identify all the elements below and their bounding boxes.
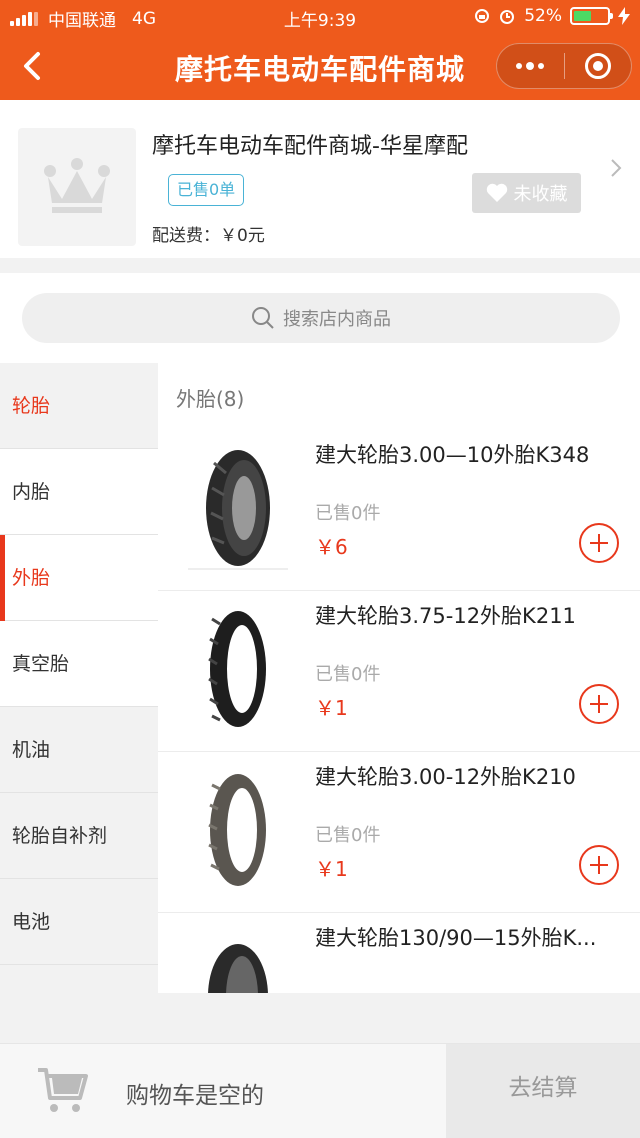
cart-empty-text: 购物车是空的 bbox=[126, 1083, 264, 1109]
product-name: 建大轮胎130/90—15外胎K... bbox=[315, 926, 597, 950]
product-list[interactable]: 外胎(8) 建大轮胎3.00—10外胎K348 已售0件 ￥6 建大轮胎3.75… bbox=[158, 363, 640, 993]
add-to-cart-button[interactable] bbox=[579, 684, 619, 724]
target-circle-icon bbox=[584, 53, 611, 79]
product-price: ￥1 bbox=[315, 857, 348, 881]
nav-bar: 摩托车电动车配件商城 bbox=[0, 34, 640, 100]
product-item[interactable]: 建大轮胎3.00—10外胎K348 已售0件 ￥6 bbox=[158, 431, 640, 591]
product-item[interactable]: 建大轮胎3.75-12外胎K211 已售0件 ￥1 bbox=[158, 592, 640, 752]
sidebar-item-tires[interactable]: 轮胎 bbox=[0, 363, 158, 449]
add-to-cart-button[interactable] bbox=[579, 523, 619, 563]
heart-icon bbox=[486, 183, 507, 202]
battery-icon bbox=[570, 7, 613, 25]
more-button[interactable] bbox=[497, 44, 564, 88]
delivery-fee: 配送费：￥0元 bbox=[152, 226, 265, 246]
tire-image bbox=[208, 774, 266, 886]
sidebar-item-label: 外胎 bbox=[12, 567, 51, 589]
tire-image bbox=[208, 611, 266, 727]
sidebar-item-engine-oil[interactable]: 机油 bbox=[0, 707, 158, 793]
product-sold: 已售0件 bbox=[315, 664, 381, 685]
product-sold: 已售0件 bbox=[315, 503, 381, 524]
product-sold: 已售0件 bbox=[315, 825, 381, 846]
clock: 上午9:39 bbox=[283, 11, 357, 31]
sidebar-item-label: 轮胎 bbox=[12, 395, 51, 417]
store-logo bbox=[18, 128, 136, 246]
store-sold-badge: 已售0单 bbox=[168, 174, 245, 206]
store-name: 摩托车电动车配件商城-华星摩配 bbox=[152, 134, 468, 159]
chevron-right-icon[interactable] bbox=[610, 158, 622, 178]
product-item[interactable]: 建大轮胎3.00-12外胎K210 已售0件 ￥1 bbox=[158, 753, 640, 913]
top-bar: 中国联通 4G 上午9:39 52% 摩托车电动车配件商城 bbox=[0, 0, 640, 100]
product-price: ￥6 bbox=[315, 535, 348, 559]
sidebar-item-tire-sealant[interactable]: 轮胎自补剂 bbox=[0, 793, 158, 879]
add-to-cart-button[interactable] bbox=[579, 845, 619, 885]
favorite-button[interactable]: 未收藏 bbox=[472, 173, 581, 213]
cart-bar: 购物车是空的 去结算 bbox=[0, 1043, 640, 1138]
tire-image bbox=[208, 944, 268, 993]
sidebar-item-battery[interactable]: 电池 bbox=[0, 879, 158, 965]
sidebar-item-inner-tube[interactable]: 内胎 bbox=[0, 449, 158, 535]
product-name: 建大轮胎3.00-12外胎K210 bbox=[315, 765, 576, 789]
search-section: 搜索店内商品 bbox=[0, 273, 640, 363]
sidebar-item-label: 机油 bbox=[12, 739, 51, 761]
active-indicator bbox=[0, 535, 5, 621]
tire-image bbox=[188, 450, 288, 570]
charging-icon bbox=[618, 7, 630, 25]
close-button[interactable] bbox=[565, 44, 632, 88]
alarm-icon bbox=[500, 10, 515, 24]
crown-icon bbox=[44, 158, 110, 213]
sidebar-item-label: 电池 bbox=[12, 911, 51, 933]
mini-program-capsule bbox=[496, 43, 632, 89]
search-placeholder: 搜索店内商品 bbox=[283, 309, 391, 330]
sidebar-item-label: 轮胎自补剂 bbox=[12, 825, 108, 847]
search-input[interactable]: 搜索店内商品 bbox=[22, 293, 620, 343]
checkout-button[interactable]: 去结算 bbox=[446, 1044, 640, 1138]
product-item[interactable]: 建大轮胎130/90—15外胎K... bbox=[158, 914, 640, 993]
battery-percent: 52% bbox=[524, 6, 562, 26]
product-name: 建大轮胎3.75-12外胎K211 bbox=[315, 604, 576, 628]
favorite-label: 未收藏 bbox=[513, 184, 568, 205]
more-dots-icon bbox=[516, 62, 545, 70]
category-sidebar: 轮胎 内胎 外胎 真空胎 机油 轮胎自补剂 电池 bbox=[0, 363, 158, 968]
shopping-cart-icon[interactable] bbox=[36, 1064, 90, 1116]
sidebar-item-label: 真空胎 bbox=[12, 653, 70, 675]
store-header[interactable]: 摩托车电动车配件商城-华星摩配 已售0单 配送费：￥0元 未收藏 bbox=[0, 100, 640, 258]
product-name: 建大轮胎3.00—10外胎K348 bbox=[315, 443, 590, 467]
sidebar-item-tubeless[interactable]: 真空胎 bbox=[0, 621, 158, 707]
sidebar-item-outer-tire[interactable]: 外胎 bbox=[0, 535, 158, 621]
sidebar-item-label: 内胎 bbox=[12, 481, 51, 503]
group-title: 外胎(8) bbox=[176, 387, 245, 411]
list-spacer bbox=[158, 993, 640, 1043]
status-bar: 中国联通 4G 上午9:39 52% bbox=[0, 0, 640, 34]
rotation-lock-icon bbox=[475, 9, 490, 23]
product-price: ￥1 bbox=[315, 696, 348, 720]
search-icon bbox=[252, 307, 274, 329]
